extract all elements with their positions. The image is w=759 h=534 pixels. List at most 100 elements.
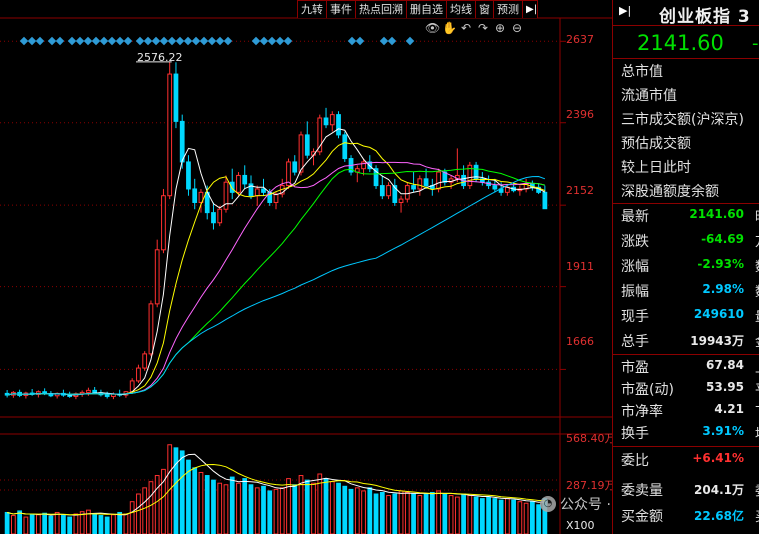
candle-body: [404, 185, 410, 200]
signal-marker: [35, 36, 45, 46]
quote-suffix: 上: [755, 357, 759, 376]
volume-bar: [223, 484, 229, 534]
volume-bar: [192, 467, 198, 534]
toolbar-hotspot-review-button[interactable]: 热点回溯: [355, 0, 407, 18]
quote-divider: [613, 354, 759, 355]
chart-tool-icons: 👁 ✋ ↶ ↷ ⊕ ⊖: [425, 21, 524, 35]
volume-bar: [11, 515, 16, 534]
volume-bar: [211, 479, 216, 534]
volume-bar: [248, 484, 254, 534]
quote-suffix: 数: [755, 281, 759, 300]
volume-bar: [261, 485, 266, 534]
quote-value: 249610: [693, 307, 744, 321]
volume-bar: [229, 476, 235, 534]
signal-marker: [123, 36, 133, 46]
signal-marker: [223, 36, 233, 46]
volume-bar: [92, 513, 98, 534]
volume-bar: [398, 490, 404, 534]
volume-bar: [417, 495, 423, 534]
candle-body: [229, 181, 235, 193]
panel-field-4: 较上日此时: [621, 160, 691, 176]
candle-body: [304, 134, 310, 156]
quote-value: -64.69: [701, 232, 744, 246]
high-annotation: 2576.22: [137, 51, 183, 64]
volume-bar: [442, 493, 448, 534]
quote-suffix: 万: [755, 231, 759, 250]
panel-field-0: 总市值: [621, 64, 663, 80]
panel-expand-icon[interactable]: ▶|: [619, 4, 633, 18]
signal-marker: [207, 36, 217, 46]
candle-body: [161, 195, 166, 251]
quote-row: 最新 2141.60 昨: [621, 206, 759, 230]
candle-body: [92, 389, 98, 394]
eye-icon[interactable]: 👁: [425, 21, 440, 35]
volume-bar: [473, 496, 479, 534]
candle-body: [136, 367, 141, 382]
signal-marker: [199, 36, 209, 46]
volume-bar: [348, 488, 354, 534]
quote-key: 现手: [621, 309, 649, 325]
zoom-in-icon[interactable]: ⊕: [493, 21, 507, 35]
price-axis-label-1: 2396: [566, 108, 594, 121]
volume-bar: [479, 498, 485, 534]
quote-key: 市盈(动): [621, 382, 674, 398]
undo-icon[interactable]: ↶: [459, 21, 473, 35]
quote-row: 现手 249610 量: [621, 306, 759, 330]
signal-marker: [27, 36, 37, 46]
quote-key: 市盈: [621, 360, 649, 376]
volume-bar: [373, 493, 379, 534]
quote-row: 涨幅 -2.93% 数: [621, 256, 759, 280]
quote-row: 市盈(动) 53.95 平: [621, 379, 759, 403]
volume-bar: [492, 498, 498, 534]
toolbar-expand-button[interactable]: ▶|: [522, 0, 538, 18]
volume-bar: [329, 481, 335, 534]
index-title: 创业板指 3: [659, 7, 751, 27]
volume-bar: [267, 490, 273, 534]
volume-bar: [61, 515, 66, 534]
signal-marker: [259, 36, 269, 46]
volume-bar: [486, 496, 491, 534]
volume-bar: [198, 471, 204, 534]
volume-bar: [242, 478, 248, 534]
volume-axis-label-2: X100: [566, 519, 595, 532]
volume-bar: [117, 511, 123, 534]
zoom-out-icon[interactable]: ⊖: [510, 21, 524, 35]
quote-key: 市净率: [621, 404, 663, 420]
quote-value: 2141.60: [689, 207, 744, 221]
hand-icon[interactable]: ✋: [442, 21, 457, 35]
panel-header: ▶| 创业板指 3: [613, 0, 759, 27]
price-suffix: -: [752, 33, 759, 54]
quote-value: 19943万: [690, 334, 744, 348]
candle-body: [336, 114, 341, 136]
quote-suffix: 下: [755, 401, 759, 420]
candle-body: [142, 353, 148, 369]
redo-icon[interactable]: ↷: [476, 21, 490, 35]
candle-body: [361, 161, 366, 170]
candle-body: [154, 249, 160, 305]
kline-chart[interactable]: [0, 0, 612, 534]
toolbar-jiuzhuan-button[interactable]: 九转: [297, 0, 327, 18]
panel-field-2: 三市成交额(沪深京): [621, 112, 744, 128]
volume-bar: [29, 513, 35, 534]
candle-body: [379, 185, 385, 197]
quote-value: -2.93%: [697, 257, 744, 271]
candle-body: [204, 191, 210, 214]
candle-body: [492, 185, 498, 190]
toolbar-window-button[interactable]: 窗: [475, 0, 494, 18]
signal-marker: [115, 36, 125, 46]
quote-value: +6.41%: [692, 451, 744, 465]
volume-bar: [423, 493, 429, 534]
toolbar-delete-self-select-button[interactable]: 删自选: [406, 0, 447, 18]
signal-marker: [347, 36, 357, 46]
quote-row: 市净率 4.21 下: [621, 401, 759, 425]
current-price: 2141.60: [637, 31, 724, 55]
volume-bar: [154, 475, 160, 534]
toolbar-ma-line-button[interactable]: 均线: [446, 0, 476, 18]
candle-body: [186, 161, 191, 190]
toolbar-events-button[interactable]: 事件: [326, 0, 356, 18]
wechat-icon: ◔: [540, 496, 556, 512]
candle-body: [261, 188, 266, 193]
candle-body: [236, 174, 241, 193]
quote-key: 总手: [621, 334, 649, 350]
toolbar-forecast-button[interactable]: 预测: [493, 0, 523, 18]
